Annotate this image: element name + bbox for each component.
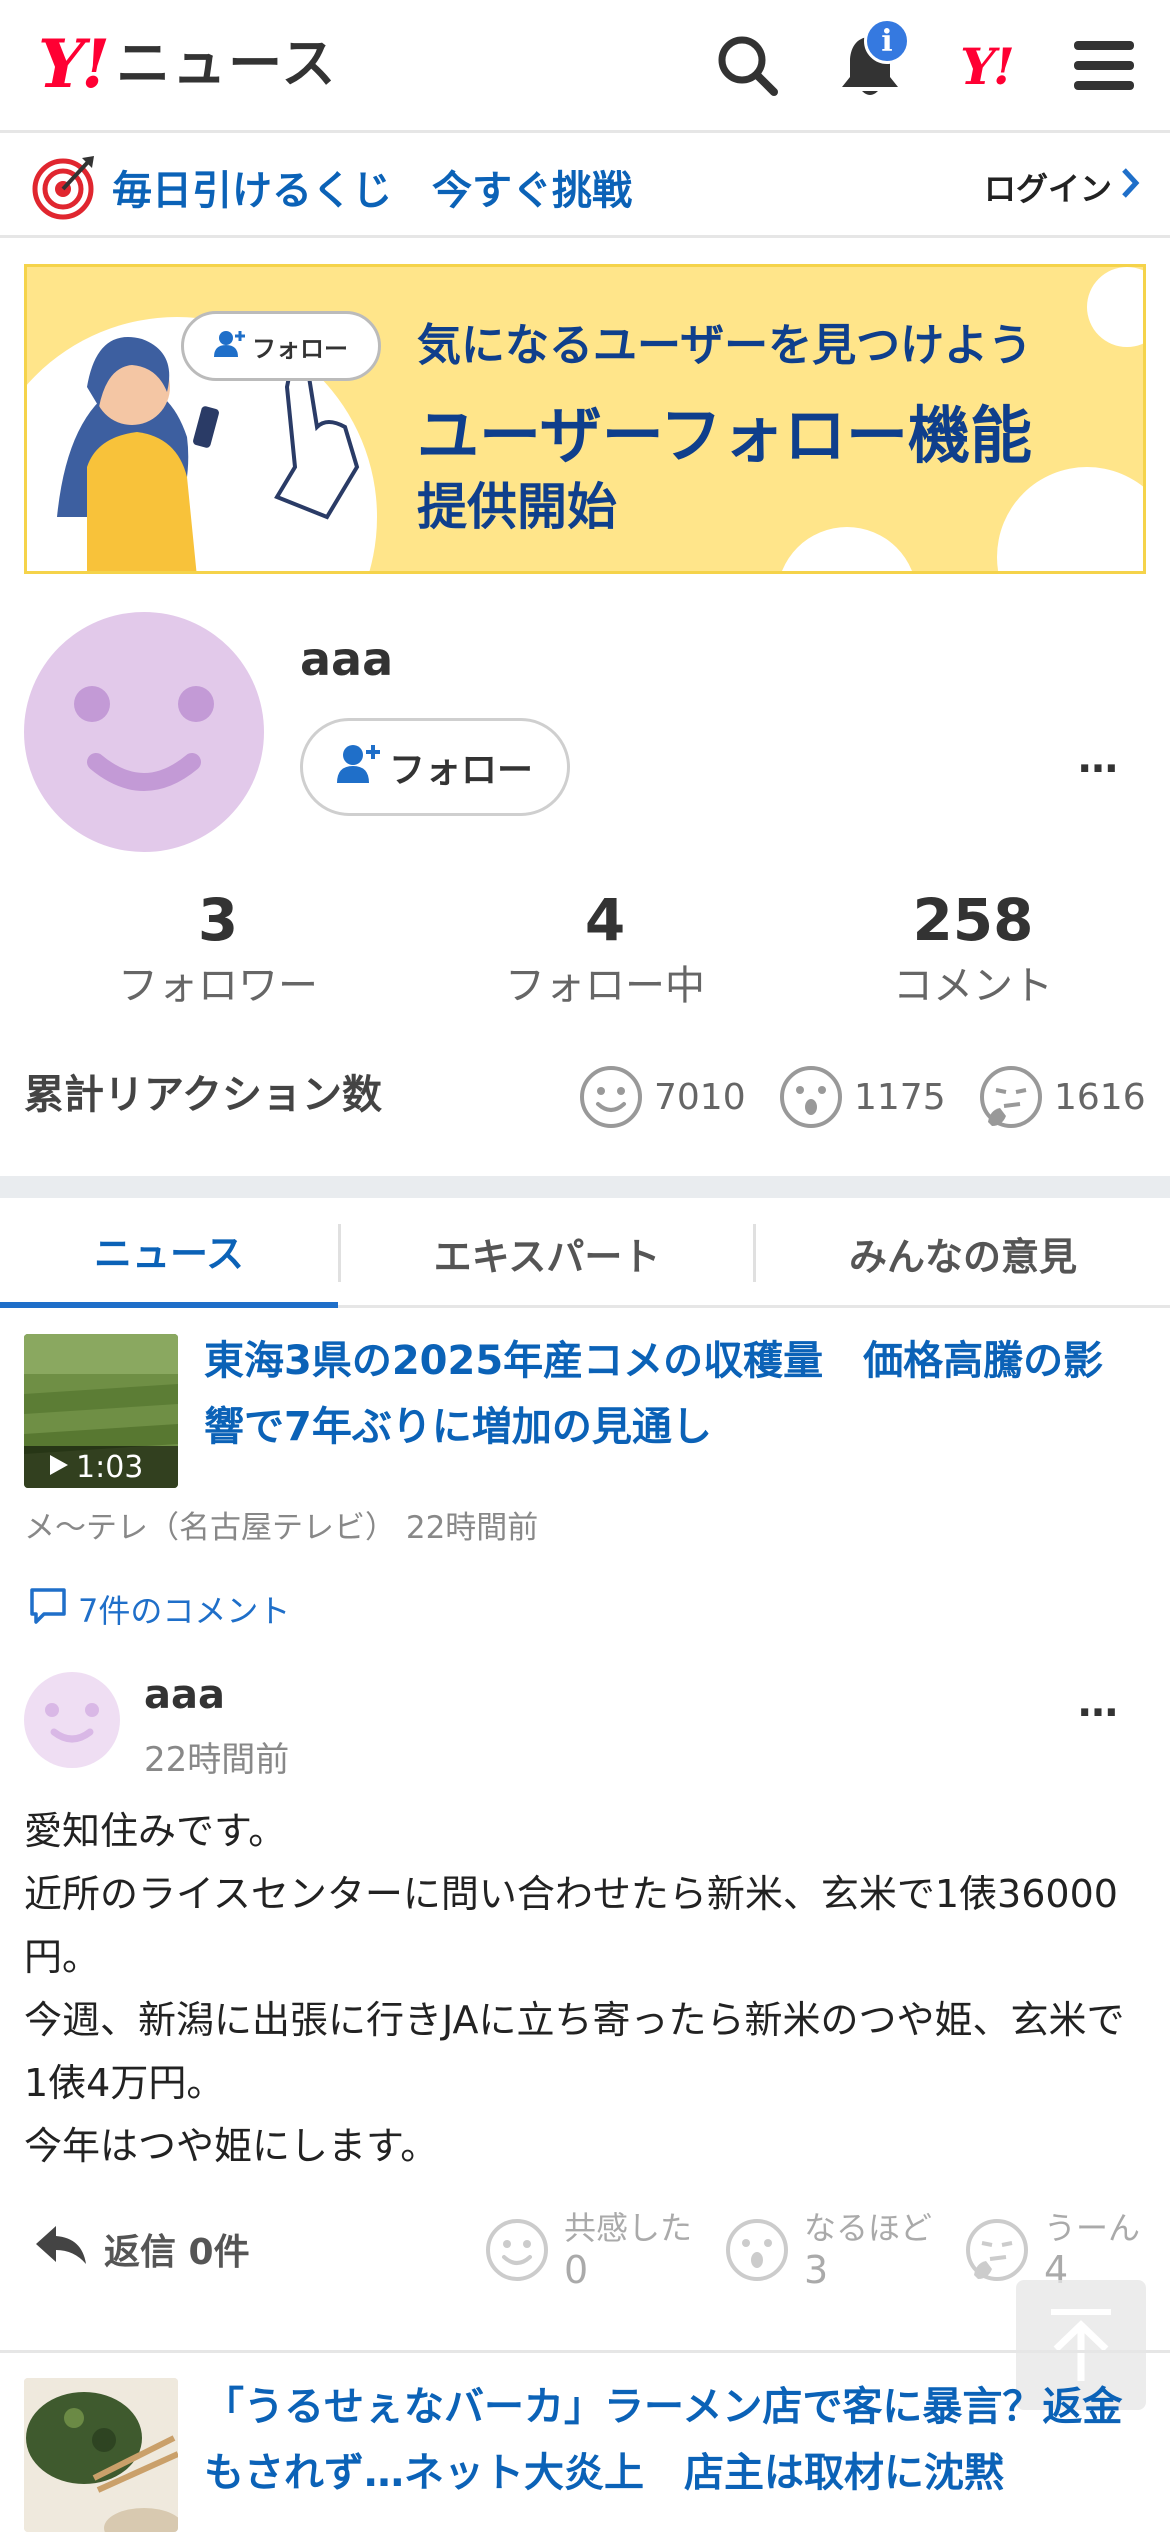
speech-bubble-icon (28, 1586, 68, 1632)
comment-more-icon[interactable]: … (1078, 1680, 1121, 1726)
ramen-image (24, 2378, 178, 2532)
target-icon (30, 154, 96, 224)
reaction-value: 1616 (1054, 1076, 1146, 1118)
article-title-link[interactable]: 東海3県の2025年産コメの収穫量 価格高騰の影響で7年ぶりに増加の見通し (204, 1328, 1124, 1460)
profile-more-icon[interactable]: … (1078, 736, 1121, 782)
thinking-icon (980, 1066, 1042, 1128)
follow-button[interactable]: フォロー (300, 718, 570, 816)
comment-line: 愛知住みです。 (24, 1809, 287, 1853)
reaction-total-insight: 1175 (778, 1064, 946, 1130)
user-follow-banner[interactable]: フォロー 気になるユーザーを見つけよう ユーザーフォロー機能 提供開始 (24, 264, 1146, 574)
lottery-text: 毎日引けるくじ 今すぐ挑戦 (112, 168, 632, 214)
banner-chip-label: フォロー (252, 334, 348, 363)
article2-title-link[interactable]: 「うるせぇなバーカ」ラーメン店で客に暴言？返金もされず…ネット大炎上 店主は取材… (204, 2374, 1150, 2506)
notification-bell-icon[interactable]: i (834, 18, 910, 102)
stat-label: フォロー中 (505, 963, 705, 1009)
person-add-icon (214, 329, 246, 363)
article2-thumbnail[interactable] (24, 2378, 178, 2532)
stat-value: 4 (584, 886, 626, 954)
reply-label: 返信 0件 (104, 2231, 250, 2273)
header: Y! ニュース i Y! (0, 0, 1170, 133)
video-duration: 1:03 (48, 1446, 143, 1488)
article-thumbnail[interactable]: 1:03 (24, 1334, 178, 1488)
reaction-total-doubt: 1616 (978, 1064, 1146, 1130)
stat-followers[interactable]: 3 フォロワー (68, 880, 368, 1012)
article-source: メ〜テレ（名古屋テレビ） 22時間前 (24, 1510, 539, 1546)
login-label: ログイン (983, 170, 1112, 208)
comment-line: 今週、新潟に出張に行きJAに立ち寄ったら新米のつや姫、玄米で1俵4万円。 (24, 1998, 1125, 2105)
banner-line3: 提供開始 (417, 478, 617, 536)
notification-badge: i (864, 18, 910, 64)
arrow-up-icon (1051, 2309, 1111, 2381)
comment-count-label: 7件のコメント (78, 1592, 291, 1630)
surprised-icon (780, 1066, 842, 1128)
yahoo-news-logo[interactable]: Y! ニュース (38, 28, 337, 100)
comment-body: 愛知住みです。 近所のライスセンターに問い合わせたら新米、玄米で1俵36000円… (24, 1800, 1144, 2178)
smiley-face-icon (74, 686, 214, 791)
tab-news[interactable]: ニュース (0, 1198, 338, 1308)
comment-avatar[interactable] (24, 1672, 120, 1768)
profile-avatar (24, 612, 264, 852)
reaction-value: 7010 (654, 1076, 746, 1118)
play-icon (48, 1450, 70, 1485)
tab-opinions[interactable]: みんなの意見 (756, 1198, 1170, 1308)
lottery-bar[interactable]: 毎日引けるくじ 今すぐ挑戦 ログイン (0, 136, 1170, 238)
stat-label: フォロワー (118, 963, 318, 1009)
chevron-right-icon (1120, 166, 1140, 208)
reaction-total-empathy: 7010 (578, 1064, 746, 1130)
comment-reaction-insight[interactable]: なるほど 3 (724, 2208, 932, 2292)
follow-button-label: フォロー (388, 750, 533, 791)
smile-icon (486, 2219, 548, 2281)
yj-mark: Y! (960, 36, 1015, 96)
reaction-label: 共感した (564, 2209, 693, 2247)
reaction-value: 3 (804, 2248, 829, 2292)
smile-icon (580, 1066, 642, 1128)
yahoo-japan-icon[interactable]: Y! (950, 30, 1022, 102)
article-divider (0, 2350, 1170, 2353)
comment-line: 今年はつや姫にします。 (24, 2124, 439, 2168)
logo-mark: Y! (38, 25, 110, 103)
comment-count-link[interactable]: 7件のコメント (28, 1586, 290, 1632)
reaction-value: 1175 (854, 1076, 946, 1118)
banner-line2: ユーザーフォロー機能 (417, 399, 1033, 472)
reaction-label: なるほど (804, 2209, 933, 2247)
tab-bar: ニュース エキスパート みんなの意見 (0, 1198, 1170, 1308)
thinking-icon (966, 2219, 1028, 2281)
hamburger-menu-icon[interactable] (1068, 30, 1140, 102)
reply-button[interactable]: 返信 0件 (34, 2222, 250, 2275)
comment-username[interactable]: aaa (144, 1672, 225, 1718)
stat-following[interactable]: 4 フォロー中 (455, 880, 755, 1012)
logo-text: ニュース (116, 32, 338, 95)
person-add-icon (336, 743, 381, 792)
stat-comments[interactable]: 258 コメント (823, 880, 1123, 1012)
comment-time: 22時間前 (144, 1740, 290, 1780)
login-link[interactable]: ログイン (984, 164, 1140, 210)
reply-arrow-icon (34, 2222, 88, 2275)
duration-text: 1:03 (76, 1449, 144, 1485)
banner-follow-chip: フォロー (181, 311, 381, 381)
section-divider (0, 1176, 1170, 1198)
stat-value: 258 (912, 886, 1034, 954)
search-icon[interactable] (712, 30, 784, 102)
tab-expert[interactable]: エキスパート (341, 1198, 753, 1308)
surprised-icon (726, 2219, 788, 2281)
reaction-label: うーん (1044, 2209, 1141, 2247)
profile-username: aaa (300, 632, 394, 686)
reaction-value: 0 (564, 2248, 589, 2292)
reaction-total-title: 累計リアクション数 (24, 1072, 382, 1118)
comment-reaction-empathy[interactable]: 共感した 0 (484, 2208, 692, 2292)
comment-line: 近所のライスセンターに問い合わせたら新米、玄米で1俵36000円。 (24, 1872, 1118, 1979)
banner-line1: 気になるユーザーを見つけよう (417, 320, 1033, 371)
stat-value: 3 (197, 886, 239, 954)
smiley-face-icon (45, 1703, 99, 1743)
stat-label: コメント (893, 963, 1053, 1009)
